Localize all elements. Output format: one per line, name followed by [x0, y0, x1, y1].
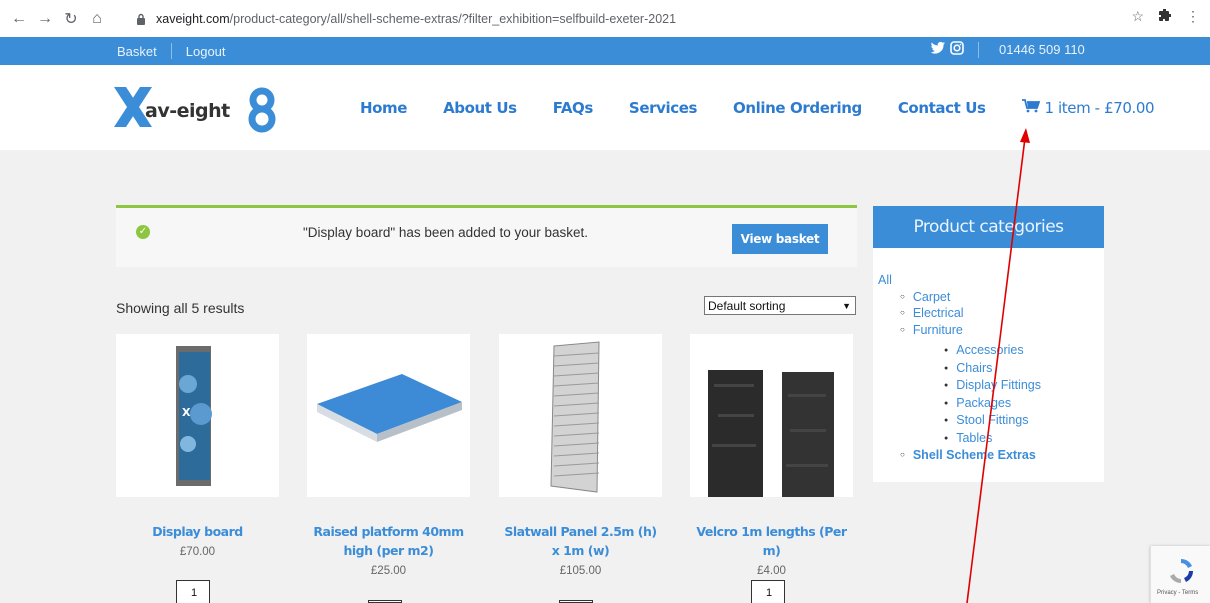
category-tables[interactable]: Tables	[944, 430, 1041, 448]
product-price: £70.00	[179, 546, 216, 558]
svg-text:av-eight: av-eight	[145, 100, 230, 122]
product-price: £25.00	[370, 565, 407, 577]
notice-message: "Display board" has been added to your b…	[303, 225, 589, 240]
url-path: /product-category/all/shell-scheme-extra…	[229, 11, 677, 26]
url-host: xaveight.com	[156, 11, 230, 26]
recaptcha-privacy-terms[interactable]: Privacy - Terms	[1157, 590, 1198, 596]
recaptcha-badge[interactable]: Privacy - Terms	[1150, 546, 1210, 603]
category-shell-scheme-extras[interactable]: Shell Scheme Extras	[900, 447, 1041, 464]
category-label: Chairs	[956, 360, 993, 375]
lock-icon	[136, 13, 148, 25]
nav-about-us[interactable]: About Us	[443, 99, 517, 117]
chevron-down-icon: ▼	[842, 300, 851, 311]
nav-faqs[interactable]: FAQs	[553, 99, 594, 117]
product-card[interactable]: Velcro 1m lengths (Per m) £4.00	[690, 334, 853, 577]
divider	[978, 41, 979, 58]
quantity-input[interactable]: 1	[176, 580, 210, 603]
category-carpet[interactable]: Carpet	[900, 289, 1041, 306]
category-all[interactable]: All	[878, 272, 1041, 289]
back-arrow-icon[interactable]: ←	[8, 8, 30, 30]
category-label: Carpet	[912, 289, 951, 304]
cart-link[interactable]: 1 item - £70.00	[1021, 99, 1155, 117]
sorting-select[interactable]: Default sorting ▼	[704, 296, 856, 315]
category-label: Accessories	[956, 343, 1024, 357]
added-to-basket-notice: ✓ "Display board" has been added to your…	[116, 205, 857, 267]
top-utility-bar: Basket Logout 01446 509 110	[0, 37, 1210, 65]
category-label: Electrical	[912, 306, 964, 320]
category-accessories[interactable]: Accessories	[944, 342, 1041, 360]
logout-link[interactable]: Logout	[186, 44, 226, 59]
category-packages[interactable]: Packages	[944, 395, 1041, 413]
success-check-icon: ✓	[136, 225, 150, 239]
product-name[interactable]: Raised platform 40mm high (per m2)	[307, 522, 470, 560]
nav-services[interactable]: Services	[629, 99, 697, 117]
main-navigation: Home About Us FAQs Services Online Order…	[360, 99, 1155, 117]
product-image-slatwall-panel[interactable]	[499, 334, 662, 497]
product-price: £105.00	[559, 565, 602, 577]
product-card[interactable]: X Display board £70.00	[116, 334, 279, 558]
svg-text:X: X	[182, 406, 191, 419]
divider	[170, 43, 172, 59]
category-stool-fittings[interactable]: Stool Fittings	[944, 412, 1041, 430]
widget-title: Product categories	[873, 206, 1104, 248]
product-name[interactable]: Velcro 1m lengths (Per m)	[690, 522, 853, 560]
product-card[interactable]: Slatwall Panel 2.5m (h) x 1m (w) £105.00	[499, 334, 662, 577]
main-content: ✓ "Display board" has been added to your…	[0, 150, 1210, 603]
nav-home[interactable]: Home	[360, 99, 407, 117]
category-label: Stool Fittings	[956, 413, 1029, 427]
reload-icon[interactable]: ↻	[60, 8, 82, 30]
forward-arrow-icon[interactable]: →	[34, 8, 56, 30]
twitter-icon[interactable]	[930, 41, 946, 58]
sorting-selected-value: Default sorting	[708, 298, 786, 313]
product-image-display-board[interactable]: X	[116, 334, 279, 497]
product-image-velcro[interactable]	[690, 334, 853, 497]
nav-online-ordering[interactable]: Online Ordering	[733, 99, 862, 117]
category-label: Shell Scheme Extras	[912, 448, 1036, 462]
category-label: Tables	[956, 430, 993, 445]
nav-contact-us[interactable]: Contact Us	[898, 99, 986, 117]
quantity-input[interactable]: 1	[751, 580, 785, 603]
address-bar[interactable]: xaveight.com/product-category/all/shell-…	[136, 6, 1188, 31]
bookmark-star-icon[interactable]: ☆	[1131, 8, 1144, 25]
product-price: £4.00	[757, 565, 786, 577]
category-label: Furniture	[912, 322, 963, 337]
category-electrical[interactable]: Electrical	[900, 305, 1041, 322]
results-count: Showing all 5 results	[116, 300, 245, 316]
product-image-raised-platform[interactable]	[307, 334, 470, 497]
product-card[interactable]: Raised platform 40mm high (per m2) £25.0…	[307, 334, 470, 577]
view-basket-button[interactable]: View basket	[732, 224, 828, 254]
xav-eight-logo[interactable]: av-eight	[112, 83, 282, 135]
site-header: av-eight Home About Us FAQs Services Onl…	[0, 65, 1210, 150]
category-furniture[interactable]: Furniture	[900, 322, 1041, 339]
category-display-fittings[interactable]: Display Fittings	[944, 377, 1041, 395]
category-chairs[interactable]: Chairs	[944, 360, 1041, 378]
phone-number[interactable]: 01446 509 110	[999, 42, 1085, 57]
product-categories-widget: Product categories All Carpet Electrical…	[873, 206, 1104, 482]
home-icon[interactable]: ⌂	[86, 8, 108, 30]
instagram-icon[interactable]	[950, 41, 964, 58]
browser-menu-icon[interactable]: ⋮	[1186, 8, 1200, 25]
extensions-puzzle-icon[interactable]	[1158, 8, 1172, 25]
shopping-cart-icon	[1021, 99, 1040, 117]
category-label: Display Fittings	[956, 378, 1041, 392]
category-label: Packages	[956, 395, 1012, 410]
recaptcha-icon	[1170, 558, 1194, 584]
browser-toolbar: ← → ↻ ⌂ xaveight.com/product-category/al…	[0, 0, 1210, 37]
product-name[interactable]: Slatwall Panel 2.5m (h) x 1m (w)	[499, 522, 662, 560]
basket-link[interactable]: Basket	[117, 44, 157, 59]
cart-summary: 1 item - £70.00	[1044, 99, 1155, 117]
product-name[interactable]: Display board	[116, 522, 279, 541]
